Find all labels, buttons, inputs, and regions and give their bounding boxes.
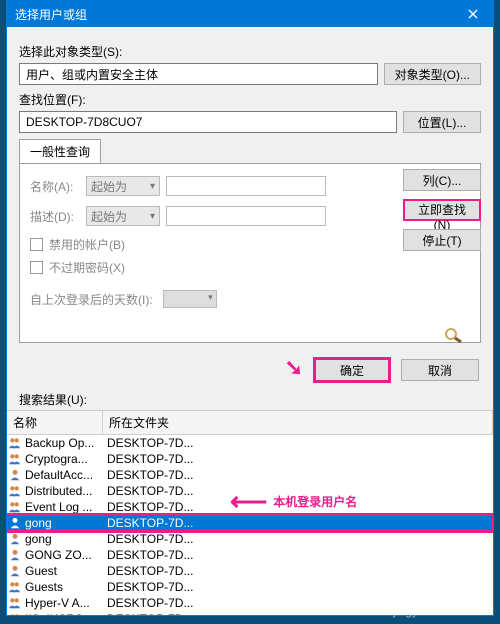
group-icon xyxy=(7,436,23,450)
result-row[interactable]: gongDESKTOP-7D... xyxy=(7,515,493,531)
days-since-login-label: 自上次登录后的天数(I): xyxy=(30,291,153,308)
search-icon xyxy=(441,325,471,345)
object-type-label: 选择此对象类型(S): xyxy=(19,43,481,60)
row-name: Guests xyxy=(23,580,103,594)
location-value: DESKTOP-7D8CUO7 xyxy=(19,111,397,133)
row-name: gong xyxy=(23,532,103,546)
find-now-button[interactable]: 立即查找(N) xyxy=(403,199,481,221)
row-folder: DESKTOP-7D... xyxy=(103,548,193,562)
name-match-combo[interactable]: 起始为 xyxy=(86,176,160,196)
group-icon xyxy=(7,452,23,466)
result-row[interactable]: gongDESKTOP-7D... xyxy=(7,531,493,547)
result-row[interactable]: Backup Op...DESKTOP-7D... xyxy=(7,435,493,451)
group-icon xyxy=(7,500,23,514)
user-icon xyxy=(7,532,23,546)
row-name: Guest xyxy=(23,564,103,578)
row-folder: DESKTOP-7D... xyxy=(103,484,193,498)
select-users-dialog: 选择用户或组 选择此对象类型(S): 用户、组或内置安全主体 对象类型(O)..… xyxy=(6,0,494,616)
columns-button[interactable]: 列(C)... xyxy=(403,169,481,191)
user-icon xyxy=(7,564,23,578)
close-icon xyxy=(468,9,478,19)
row-name: Hyper-V A... xyxy=(23,596,103,610)
object-types-button[interactable]: 对象类型(O)... xyxy=(384,63,481,85)
group-icon xyxy=(7,580,23,594)
tab-general-query[interactable]: 一般性查询 xyxy=(19,139,101,163)
stop-button[interactable]: 停止(T) xyxy=(403,229,481,251)
user-icon xyxy=(7,548,23,562)
group-icon xyxy=(7,596,23,610)
results-header: 名称 所在文件夹 xyxy=(7,411,493,435)
row-name: DefaultAcc... xyxy=(23,468,103,482)
annotation-arrow-icon: ⟵ xyxy=(230,486,267,517)
row-folder: DESKTOP-7D... xyxy=(103,436,193,450)
result-row[interactable]: DefaultAcc...DESKTOP-7D... xyxy=(7,467,493,483)
row-name: Cryptogra... xyxy=(23,452,103,466)
name-input[interactable] xyxy=(166,176,326,196)
annotation-arrow-ok: ➘ xyxy=(285,355,303,381)
cancel-button[interactable]: 取消 xyxy=(401,359,479,381)
group-icon xyxy=(7,484,23,498)
desc-field-label: 描述(D): xyxy=(30,208,80,225)
results-label: 搜索结果(U): xyxy=(7,389,493,410)
row-folder: DESKTOP-7D... xyxy=(103,468,193,482)
result-row[interactable]: GONG ZO...DESKTOP-7D... xyxy=(7,547,493,563)
header-folder[interactable]: 所在文件夹 xyxy=(103,411,493,434)
ok-button[interactable]: 确定 xyxy=(313,357,391,383)
locations-button[interactable]: 位置(L)... xyxy=(403,111,481,133)
row-name: GONG ZO... xyxy=(23,548,103,562)
close-button[interactable] xyxy=(453,1,493,27)
row-name: Distributed... xyxy=(23,484,103,498)
no-expire-checkbox[interactable] xyxy=(30,261,43,274)
disabled-accounts-label: 禁用的帐户(B) xyxy=(49,236,125,253)
annotation-text: ⟵ 本机登录用户名 xyxy=(230,486,357,517)
desc-input[interactable] xyxy=(166,206,326,226)
user-icon xyxy=(7,468,23,482)
row-folder: DESKTOP-7D... xyxy=(103,596,193,610)
row-folder: DESKTOP-7D... xyxy=(103,516,193,530)
row-name: Event Log ... xyxy=(23,500,103,514)
row-name: IIS_IUSRS xyxy=(23,612,103,615)
row-folder: DESKTOP-7D... xyxy=(103,532,193,546)
object-type-value: 用户、组或内置安全主体 xyxy=(19,63,378,85)
row-folder: DESKTOP-7D... xyxy=(103,612,193,615)
desc-match-combo[interactable]: 起始为 xyxy=(86,206,160,226)
location-label: 查找位置(F): xyxy=(19,91,481,108)
row-folder: DESKTOP-7D... xyxy=(103,500,193,514)
name-field-label: 名称(A): xyxy=(30,178,80,195)
header-name[interactable]: 名称 xyxy=(7,411,103,434)
watermark: Baidu 经验 jingyan.baidu.com xyxy=(393,592,490,618)
dialog-title: 选择用户或组 xyxy=(15,6,453,23)
disabled-accounts-checkbox[interactable] xyxy=(30,238,43,251)
row-folder: DESKTOP-7D... xyxy=(103,580,193,594)
result-row[interactable]: GuestDESKTOP-7D... xyxy=(7,563,493,579)
row-folder: DESKTOP-7D... xyxy=(103,452,193,466)
row-folder: DESKTOP-7D... xyxy=(103,564,193,578)
user-icon xyxy=(7,516,23,530)
result-row[interactable]: Cryptogra...DESKTOP-7D... xyxy=(7,451,493,467)
group-icon xyxy=(7,612,23,615)
titlebar: 选择用户或组 xyxy=(7,1,493,27)
row-name: gong xyxy=(23,516,103,530)
row-name: Backup Op... xyxy=(23,436,103,450)
days-spinner[interactable] xyxy=(163,290,217,308)
no-expire-label: 不过期密码(X) xyxy=(49,259,125,276)
